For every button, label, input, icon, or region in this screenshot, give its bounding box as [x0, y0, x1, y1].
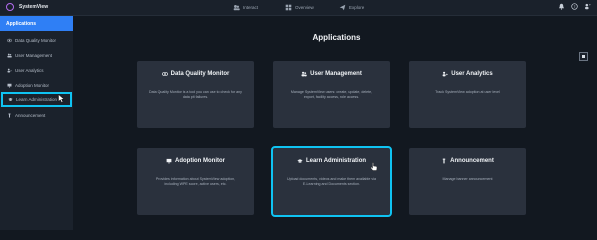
logo-icon — [6, 3, 14, 11]
card-announcement[interactable]: Announcement Manage banner announcement — [409, 148, 526, 215]
sidebar: Applications Data Quality Monitor User M… — [0, 16, 73, 230]
card-description: Upload documents, videos and make them a… — [287, 177, 376, 186]
card-title: Data Quality Monitor — [137, 71, 254, 77]
nav-explore[interactable]: Explore — [339, 4, 364, 11]
users-icon — [301, 71, 307, 77]
interact-icon — [233, 5, 240, 11]
card-data-quality-monitor[interactable]: Data Quality Monitor Data Quality Monito… — [137, 61, 254, 128]
nav-interact[interactable]: Interact — [233, 4, 258, 11]
graduation-cap-icon — [297, 159, 303, 163]
card-title-label: Announcement — [450, 158, 494, 164]
page-title: Applications — [312, 33, 361, 42]
users-icon — [7, 53, 12, 57]
view-toggle-button[interactable] — [579, 52, 588, 61]
sidebar-item-label: User Management — [15, 52, 53, 58]
announcement-icon — [442, 158, 446, 164]
top-bar: SystemView Interact Overview Explore ? — [0, 0, 597, 16]
sidebar-item-user-management[interactable]: User Management — [0, 48, 73, 62]
nav-overview[interactable]: Overview — [285, 4, 314, 11]
sidebar-item-adoption-monitor[interactable]: Adoption Monitor — [0, 78, 73, 92]
card-user-management[interactable]: User Management Manage SystemView users:… — [273, 61, 390, 128]
card-description: Data Quality Monitor is a tool you can u… — [149, 90, 242, 99]
sidebar-item-label: User Analytics — [15, 67, 44, 73]
sidebar-item-user-analytics[interactable]: User Analytics — [0, 63, 73, 77]
sidebar-item-label: Adoption Monitor — [15, 82, 50, 88]
sidebar-item-label: Learn Administration — [16, 97, 58, 102]
hand-cursor-icon — [370, 162, 378, 171]
square-icon — [582, 55, 585, 58]
graduation-cap-icon — [8, 98, 13, 101]
card-description: Manage banner announcement — [442, 177, 493, 181]
user-analytics-icon — [442, 71, 449, 77]
nav-overview-label: Overview — [295, 5, 314, 10]
eye-icon — [161, 71, 168, 77]
card-description: Provides information about SystemView ad… — [155, 177, 236, 186]
card-title-label: Data Quality Monitor — [170, 71, 230, 77]
card-learn-administration[interactable]: Learn Administration Upload documents, v… — [271, 146, 392, 217]
card-title-label: User Management — [310, 71, 362, 77]
card-title: Adoption Monitor — [137, 158, 254, 164]
card-description: Manage SystemView users: create, update,… — [290, 90, 373, 99]
svg-text:?: ? — [574, 5, 576, 9]
monitor-icon — [166, 158, 172, 164]
bell-icon[interactable] — [558, 3, 565, 10]
user-menu-icon[interactable] — [584, 3, 591, 10]
nav-explore-label: Explore — [349, 5, 365, 10]
nav-interact-label: Interact — [243, 5, 259, 10]
cursor-icon — [58, 94, 65, 103]
card-title: User Analytics — [409, 71, 526, 77]
user-analytics-icon — [7, 68, 12, 72]
card-title-label: User Analytics — [451, 71, 493, 77]
overview-icon — [285, 4, 292, 11]
sidebar-item-label: Announcement — [15, 112, 46, 118]
brand[interactable]: SystemView — [6, 3, 48, 11]
card-title-label: Adoption Monitor — [175, 158, 225, 164]
sidebar-header[interactable]: Applications — [0, 16, 73, 31]
card-description: Track SystemView adoption at user level — [435, 90, 500, 94]
app-name: SystemView — [19, 4, 49, 10]
card-title: User Management — [273, 71, 390, 77]
card-user-analytics[interactable]: User Analytics Track SystemView adoption… — [409, 61, 526, 128]
card-adoption-monitor[interactable]: Adoption Monitor Provides information ab… — [137, 148, 254, 215]
announcement-icon — [8, 113, 11, 117]
help-icon[interactable]: ? — [571, 3, 578, 10]
explore-icon — [339, 4, 346, 11]
card-title-label: Learn Administration — [305, 158, 367, 164]
sidebar-item-announcement[interactable]: Announcement — [0, 108, 73, 122]
monitor-icon — [7, 83, 12, 87]
card-title: Announcement — [409, 158, 526, 164]
